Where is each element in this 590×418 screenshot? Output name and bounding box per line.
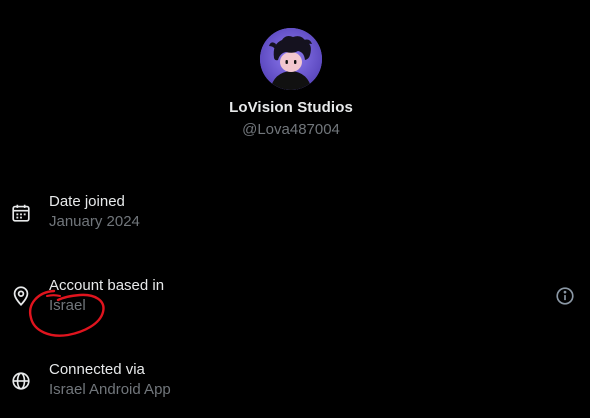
date-joined-row: Date joined January 2024: [0, 190, 590, 250]
user-handle: @Lova487004: [242, 121, 340, 138]
connected-via-row: Connected via Israel Android App: [0, 358, 590, 418]
date-joined-label: Date joined: [49, 193, 125, 210]
account-based-in-value: Israel: [49, 297, 86, 314]
globe-icon: [10, 370, 32, 392]
date-joined-value: January 2024: [49, 213, 140, 230]
avatar[interactable]: [260, 28, 322, 90]
calendar-icon: [10, 202, 32, 224]
account-based-in-row: Account based in Israel: [0, 274, 590, 334]
connected-via-label: Connected via: [49, 361, 145, 378]
display-name: LoVision Studios: [229, 99, 353, 116]
avatar-image: [260, 28, 322, 90]
info-icon[interactable]: [554, 285, 576, 307]
location-pin-icon: [10, 285, 32, 307]
connected-via-value: Israel Android App: [49, 381, 171, 398]
account-based-in-label: Account based in: [49, 277, 165, 294]
profile-header: LoVision Studios @Lova487004: [0, 0, 590, 150]
